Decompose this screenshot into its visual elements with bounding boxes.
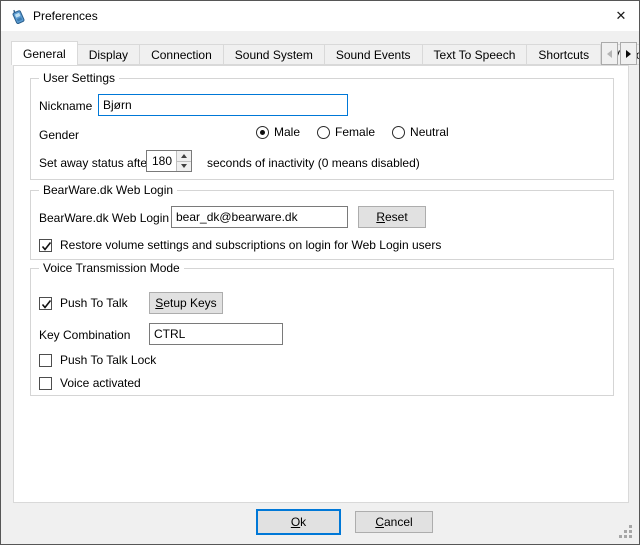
down-arrow-icon: [181, 164, 187, 168]
user-settings-group: User Settings Nickname Gender Male Femal…: [30, 78, 614, 180]
titlebar[interactable]: Preferences ✕: [1, 1, 639, 31]
gender-neutral-radio[interactable]: Neutral: [392, 125, 449, 139]
spinner-down-button[interactable]: [177, 162, 191, 172]
general-tab-page: User Settings Nickname Gender Male Femal…: [13, 65, 629, 503]
cancel-button[interactable]: Cancel: [355, 511, 433, 533]
radio-label: Female: [335, 125, 375, 139]
push-to-talk-checkbox[interactable]: Push To Talk: [39, 296, 128, 310]
gender-radio-group: Male Female Neutral: [256, 125, 449, 139]
tab-sound-system[interactable]: Sound System: [224, 44, 325, 65]
tab-sound-events[interactable]: Sound Events: [325, 44, 423, 65]
tab-connection[interactable]: Connection: [140, 44, 224, 65]
radio-label: Neutral: [410, 125, 449, 139]
web-login-group: BearWare.dk Web Login BearWare.dk Web Lo…: [30, 190, 614, 260]
radio-icon: [256, 126, 269, 139]
app-icon: [10, 8, 26, 24]
tab-scroll-buttons: [599, 42, 637, 65]
checkbox-icon: [39, 239, 52, 252]
away-status-label: Set away status after: [39, 156, 151, 170]
group-title: Voice Transmission Mode: [39, 261, 184, 275]
nickname-input[interactable]: [98, 94, 348, 116]
gender-female-radio[interactable]: Female: [317, 125, 375, 139]
away-status-suffix: seconds of inactivity (0 means disabled): [207, 156, 420, 170]
gender-male-radio[interactable]: Male: [256, 125, 300, 139]
radio-icon: [392, 126, 405, 139]
nickname-label: Nickname: [39, 99, 92, 113]
checkbox-label: Push To Talk: [60, 296, 128, 310]
resize-grip[interactable]: [619, 525, 633, 539]
web-login-id-input[interactable]: [171, 206, 348, 228]
checkbox-icon: [39, 377, 52, 390]
tab-scroll-left-button[interactable]: [601, 42, 618, 65]
spinner-up-button[interactable]: [177, 151, 191, 162]
restore-volume-checkbox[interactable]: Restore volume settings and subscription…: [39, 238, 441, 252]
preferences-dialog: Preferences ✕ General Display Connection…: [0, 0, 640, 545]
right-arrow-icon: [626, 50, 631, 58]
tab-shortcuts[interactable]: Shortcuts: [527, 44, 601, 65]
close-button[interactable]: ✕: [603, 1, 639, 31]
tab-text-to-speech[interactable]: Text To Speech: [423, 44, 528, 65]
tab-display[interactable]: Display: [78, 44, 140, 65]
checkbox-icon: [39, 297, 52, 310]
radio-label: Male: [274, 125, 300, 139]
tab-scroll-right-button[interactable]: [620, 42, 637, 65]
spinner-buttons: [176, 151, 191, 171]
voice-transmission-group: Voice Transmission Mode Push To Talk Set…: [30, 268, 614, 396]
checkbox-icon: [39, 354, 52, 367]
checkbox-label: Voice activated: [60, 376, 141, 390]
group-title: User Settings: [39, 71, 119, 85]
voice-activated-checkbox[interactable]: Voice activated: [39, 376, 141, 390]
up-arrow-icon: [181, 154, 187, 158]
left-arrow-icon: [607, 50, 612, 58]
checkbox-label: Push To Talk Lock: [60, 353, 156, 367]
away-seconds-spinner[interactable]: 180: [146, 150, 192, 172]
gender-label: Gender: [39, 128, 79, 142]
group-title: BearWare.dk Web Login: [39, 183, 177, 197]
key-combination-input[interactable]: [149, 323, 283, 345]
reset-button[interactable]: Reset: [358, 206, 426, 228]
radio-icon: [317, 126, 330, 139]
ok-button[interactable]: Ok: [256, 509, 341, 535]
tab-bar: General Display Connection Sound System …: [11, 41, 639, 65]
checkbox-label: Restore volume settings and subscription…: [60, 238, 441, 252]
window-title: Preferences: [33, 9, 98, 23]
tab-general[interactable]: General: [11, 41, 78, 65]
push-to-talk-lock-checkbox[interactable]: Push To Talk Lock: [39, 353, 156, 367]
setup-keys-button[interactable]: Setup Keys: [149, 292, 223, 314]
web-login-id-label: BearWare.dk Web Login ID: [39, 211, 184, 225]
key-combination-label: Key Combination: [39, 328, 130, 342]
spinner-value: 180: [152, 154, 172, 168]
